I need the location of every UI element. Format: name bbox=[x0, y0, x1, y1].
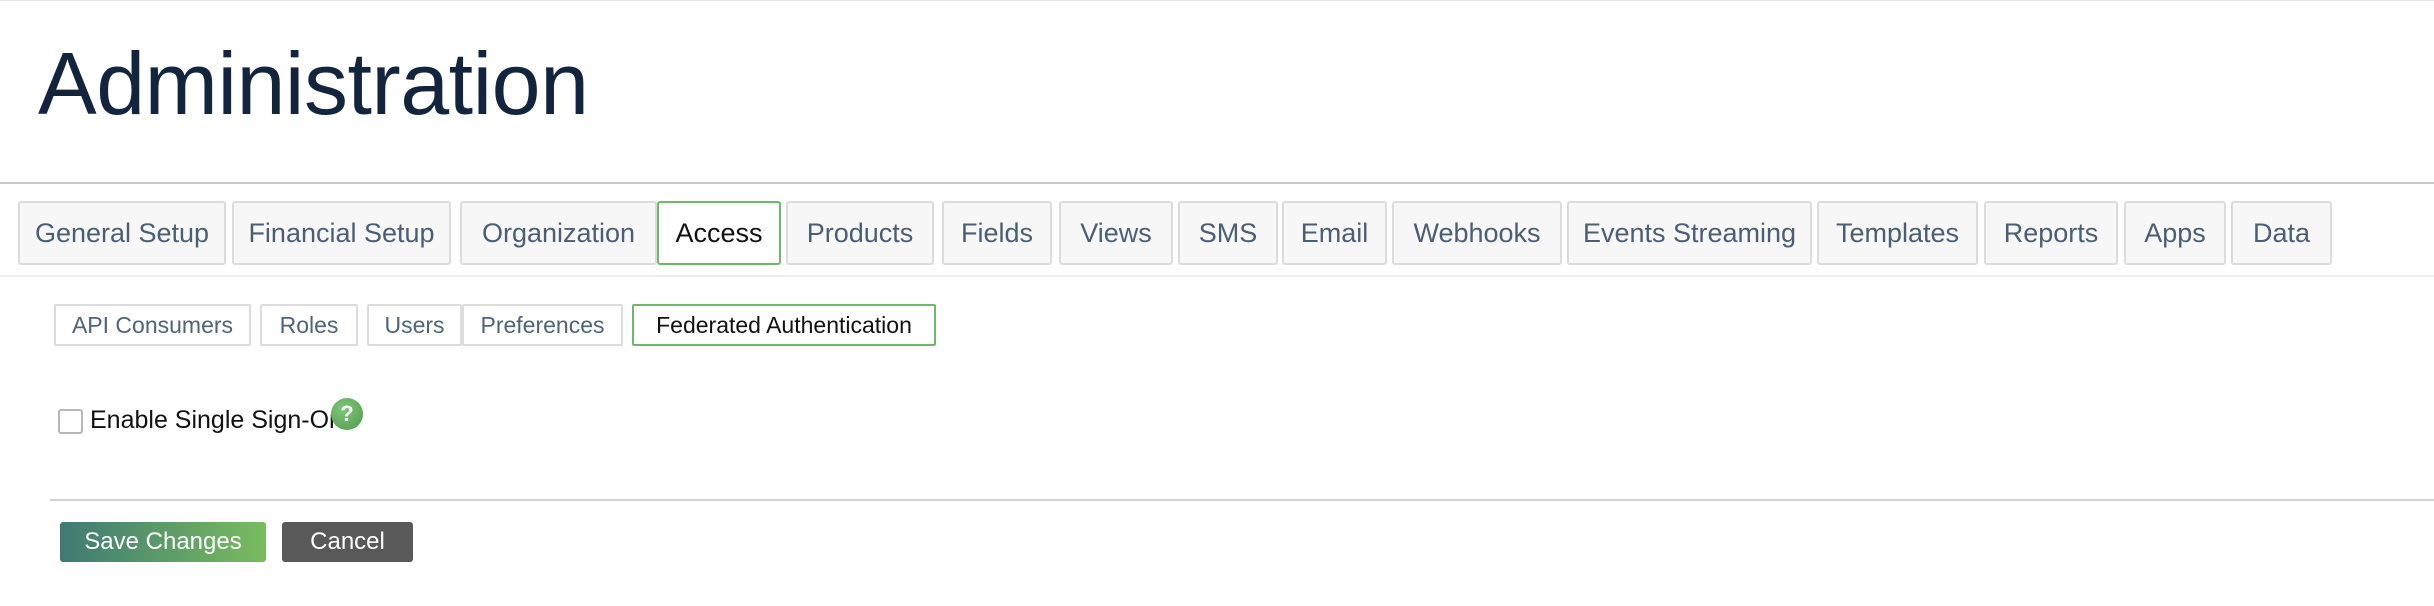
subtab-federated-authentication[interactable]: Federated Authentication bbox=[632, 304, 936, 346]
header-divider bbox=[0, 182, 2434, 184]
footer-divider bbox=[50, 499, 2434, 501]
tab-email[interactable]: Email bbox=[1282, 201, 1387, 265]
save-changes-button[interactable]: Save Changes bbox=[60, 522, 266, 562]
subtab-api-consumers[interactable]: API Consumers bbox=[54, 304, 251, 346]
tab-webhooks[interactable]: Webhooks bbox=[1392, 201, 1562, 265]
tab-financial-setup[interactable]: Financial Setup bbox=[232, 201, 451, 265]
tab-reports[interactable]: Reports bbox=[1984, 201, 2118, 265]
tab-products[interactable]: Products bbox=[786, 201, 934, 265]
page-title: Administration bbox=[38, 34, 589, 133]
tab-data[interactable]: Data bbox=[2231, 201, 2332, 265]
top-divider bbox=[0, 0, 2434, 1]
tab-templates[interactable]: Templates bbox=[1817, 201, 1978, 265]
question-mark-icon[interactable]: ? bbox=[331, 398, 363, 430]
enable-sso-checkbox[interactable] bbox=[58, 409, 83, 434]
tab-fields[interactable]: Fields bbox=[942, 201, 1052, 265]
subtab-users[interactable]: Users bbox=[367, 304, 462, 346]
subtab-roles[interactable]: Roles bbox=[260, 304, 358, 346]
subtab-preferences[interactable]: Preferences bbox=[462, 304, 623, 346]
enable-sso-label: Enable Single Sign-On bbox=[90, 406, 343, 434]
tab-events-streaming[interactable]: Events Streaming bbox=[1567, 201, 1812, 265]
tab-general-setup[interactable]: General Setup bbox=[18, 201, 226, 265]
cancel-button[interactable]: Cancel bbox=[282, 522, 413, 562]
tab-organization[interactable]: Organization bbox=[460, 201, 657, 265]
tab-bar-divider bbox=[0, 275, 2434, 277]
tab-access[interactable]: Access bbox=[657, 201, 781, 265]
tab-apps[interactable]: Apps bbox=[2124, 201, 2226, 265]
tab-views[interactable]: Views bbox=[1059, 201, 1173, 265]
tab-sms[interactable]: SMS bbox=[1178, 201, 1278, 265]
